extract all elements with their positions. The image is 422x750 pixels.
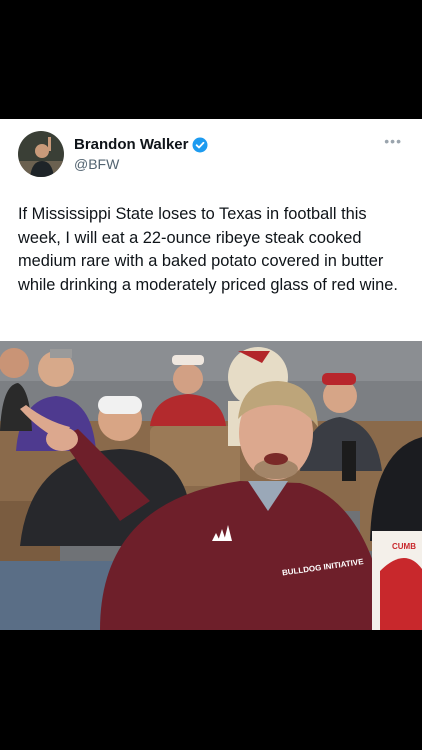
author-name-row[interactable]: Brandon Walker bbox=[74, 136, 208, 153]
post-text: If Mississippi State loses to Texas in f… bbox=[18, 205, 398, 294]
svg-text:CUMB: CUMB bbox=[392, 542, 416, 551]
author-handle[interactable]: @BFW bbox=[74, 156, 119, 172]
author-display-name[interactable]: Brandon Walker bbox=[74, 136, 188, 153]
more-options-icon[interactable]: ••• bbox=[384, 134, 402, 148]
post-card[interactable]: Brandon Walker @BFW ••• If Mississippi S… bbox=[0, 119, 422, 341]
post-photo[interactable]: BULLDOG INITIATIVE CUMB bbox=[0, 341, 422, 630]
verified-badge-icon bbox=[192, 137, 208, 153]
screenshot-frame: Brandon Walker @BFW ••• If Mississippi S… bbox=[0, 0, 422, 750]
stadium-fans-image: BULLDOG INITIATIVE CUMB bbox=[0, 341, 422, 630]
profile-avatar[interactable] bbox=[18, 131, 64, 177]
